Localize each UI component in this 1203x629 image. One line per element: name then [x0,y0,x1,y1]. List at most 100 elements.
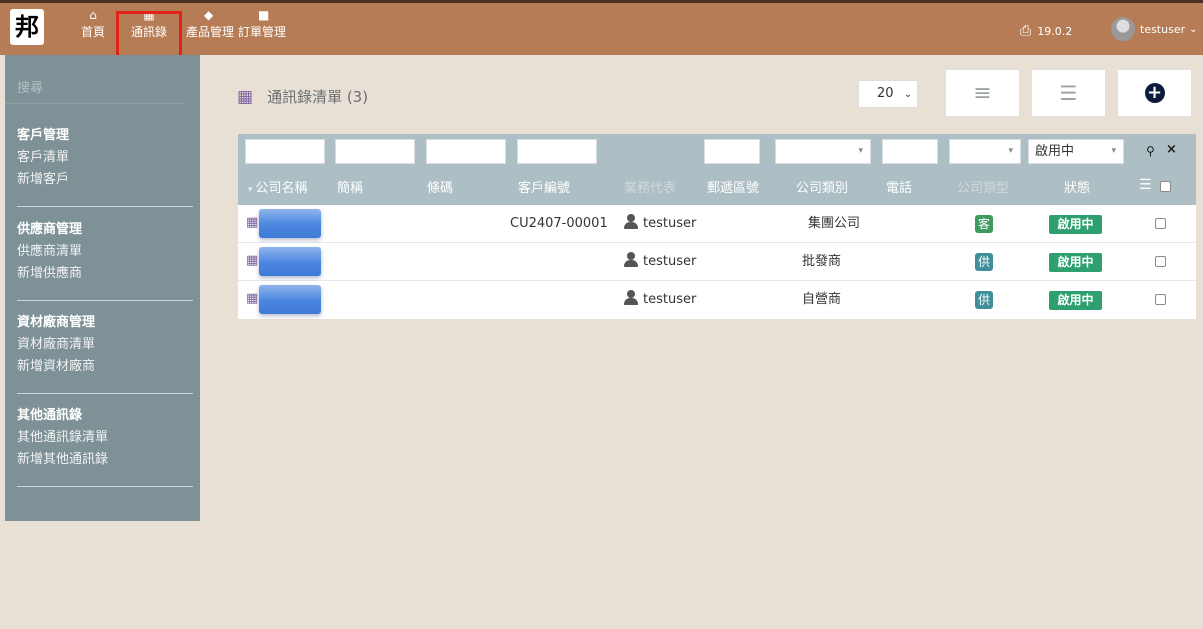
sales-rep-name: testuser [643,216,697,231]
redacted-company-name [259,209,321,238]
table-row[interactable]: ▦ testuser 自營商 供 啟用中 [238,281,1196,319]
username-label: testuser [1140,22,1186,36]
redacted-company-name [259,285,321,314]
caret-down-icon: ▾ [858,146,863,156]
page-size-value: 20 [877,86,894,101]
row-checkbox[interactable] [1155,294,1166,305]
sidebar-section-other: 其他通訊錄 其他通訊錄清單 新增其他通訊錄 [5,405,200,471]
sidebar-link-add-supplier[interactable]: 新增供應商 [5,263,200,285]
cell-category: 自營商 [802,292,842,307]
row-checkbox[interactable] [1155,218,1166,229]
printer-icon: ⎙ [1020,23,1032,39]
plus-circle-icon: + [1144,83,1165,103]
filter-zip[interactable] [704,139,760,164]
filter-status-select[interactable]: 啟用中 ▾ [1028,139,1124,164]
nav-products[interactable]: ◆ 產品管理 [186,7,234,53]
sidebar-search [5,77,199,104]
sidebar-divider [17,486,193,487]
nav-orders[interactable]: ■ 訂單管理 [236,7,288,53]
list-view-button[interactable]: ≡ [945,69,1020,117]
sales-rep-name: testuser [643,292,697,307]
filter-type-select[interactable]: ▾ [949,139,1021,164]
company-type-badge: 供 [975,291,993,309]
user-icon [624,214,638,230]
sidebar-link-add-material[interactable]: 新增資材廠商 [5,356,200,378]
sidebar-section-customers: 客戶管理 客戶清單 新增客戶 [5,125,200,191]
sort-caret-icon: ▾ [248,185,253,195]
filter-status-value: 啟用中 [1035,144,1075,159]
version-label: 19.0.2 [1037,25,1073,38]
home-icon: ⌂ [89,8,97,22]
cell-category: 集團公司 [808,216,861,231]
nav-orders-label: 訂單管理 [237,25,286,39]
sidebar-link-supplier-list[interactable]: 供應商清單 [5,241,200,263]
filter-phone[interactable] [882,139,938,164]
filter-customer-code[interactable] [517,139,597,164]
col-header-category[interactable]: 公司類別 [796,177,848,196]
cube-icon: ◆ [204,8,214,22]
building-icon: ▦ [246,253,259,268]
sidebar-divider [17,300,193,301]
sidebar-divider [17,206,193,207]
col-header-customer-code[interactable]: 客戶編號 [518,177,570,196]
page-title: ▦ 通訊錄清單 (3) [237,86,368,107]
col-header-zip[interactable]: 郵遞區號 [707,177,759,196]
user-icon [624,252,638,268]
sidebar-link-customer-list[interactable]: 客戶清單 [5,147,200,169]
sidebar-section-suppliers: 供應商管理 供應商清單 新增供應商 [5,219,200,285]
sidebar-link-other-list[interactable]: 其他通訊錄清單 [5,427,200,449]
building-icon: ▦ [246,291,259,306]
table-header: ▾ ▾ 啟用中 ▾ ⚲ × ▾ 公司名稱 簡稱 條碼 客戶編號 業務代表 郵遞區號… [238,134,1196,205]
detail-view-button[interactable]: ☰ [1031,69,1106,117]
col-header-company-name[interactable]: ▾ 公司名稱 [248,177,308,196]
filter-company-name[interactable] [245,139,325,164]
cell-sales-rep[interactable]: testuser [624,205,696,243]
page-size-select[interactable]: 20 ⌄ [858,80,918,108]
caret-down-icon: ▾ [1008,146,1013,156]
row-checkbox[interactable] [1155,256,1166,267]
filter-barcode[interactable] [426,139,506,164]
company-type-badge: 供 [975,253,993,271]
caret-down-icon: ▾ [1111,146,1116,156]
user-menu[interactable]: testuser ⌄ [1111,17,1198,41]
briefcase-icon: ■ [258,8,270,22]
sidebar-search-input[interactable] [5,77,199,100]
cell-sales-rep[interactable]: testuser [624,243,696,281]
cell-category: 批發商 [802,254,842,269]
filter-category-select[interactable]: ▾ [775,139,871,164]
redacted-company-name [259,247,321,276]
nav-home[interactable]: ⌂ 首頁 [76,7,110,53]
sidebar-heading-customers: 客戶管理 [17,128,70,143]
sidebar-link-add-other[interactable]: 新增其他通訊錄 [5,449,200,471]
col-header-phone[interactable]: 電話 [886,177,912,196]
sidebar-link-material-list[interactable]: 資材廠商清單 [5,334,200,356]
table-row[interactable]: ▦ testuser 批發商 供 啟用中 [238,243,1196,281]
nav-home-label: 首頁 [80,25,105,39]
col-header-type: 公司類型 [957,181,1010,196]
col-header-barcode[interactable]: 條碼 [427,177,453,196]
filter-short-name[interactable] [335,139,415,164]
page-title-text: 通訊錄清單 (3) [267,88,369,106]
version-info[interactable]: ⎙ 19.0.2 [1020,23,1072,39]
col-header-short-name[interactable]: 簡稱 [337,177,363,196]
search-icon[interactable]: ⚲ [1146,144,1155,158]
cell-sales-rep[interactable]: testuser [624,281,696,319]
building-icon: ▦ [237,86,254,107]
close-icon[interactable]: × [1166,142,1177,157]
select-all-checkbox[interactable] [1160,181,1171,192]
column-settings-icon[interactable]: ☰ [1139,177,1152,193]
add-contact-button[interactable]: + [1117,69,1192,117]
building-icon: ▦ [246,215,259,230]
status-badge: 啟用中 [1049,253,1102,272]
col-header-status[interactable]: 狀態 [1064,177,1090,196]
sidebar-heading-materials: 資材廠商管理 [17,315,96,330]
status-badge: 啟用中 [1049,215,1102,234]
table-row[interactable]: ▦ CU2407-00001 testuser 集團公司 客 啟用中 [238,205,1196,243]
list-icon: ≡ [973,80,992,106]
sidebar-divider [17,393,193,394]
col-label: 公司名稱 [255,181,308,196]
sidebar-heading-other: 其他通訊錄 [17,408,83,423]
sidebar-link-add-customer[interactable]: 新增客戶 [5,169,200,191]
nav-products-label: 產品管理 [186,25,235,39]
app-logo[interactable]: 邦 [10,9,44,45]
